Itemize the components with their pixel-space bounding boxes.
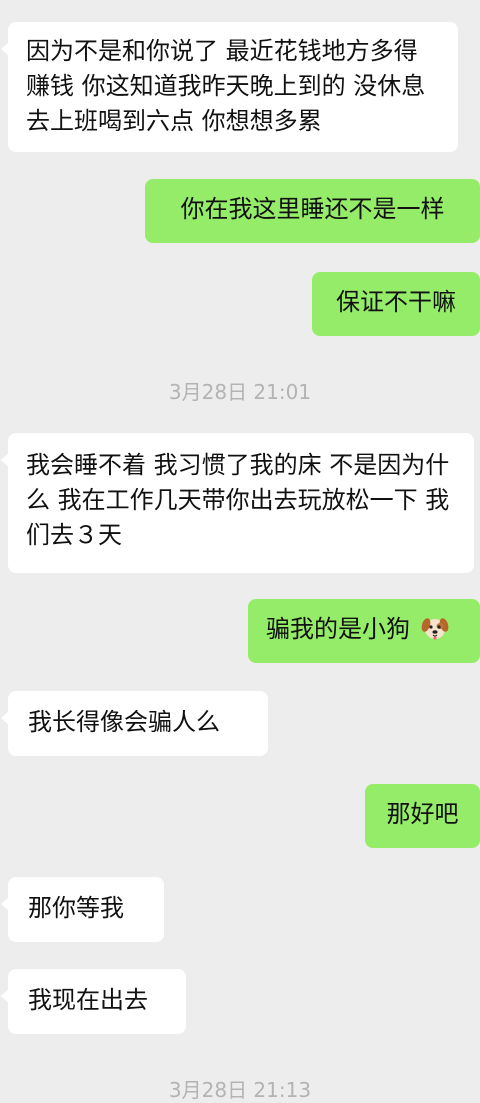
message-text: 保证不干嘛 [336, 288, 456, 316]
incoming-message-bubble[interactable]: 我长得像会骗人么 [1, 691, 268, 756]
incoming-message-bubble[interactable]: 因为不是和你说了 最近花钱地方多得赚钱 你这知道我昨天晚上到的 没休息去上班喝到… [1, 22, 458, 152]
timestamp: 3月28日 21:01 [168, 380, 312, 404]
incoming-message-bubble[interactable]: 我会睡不着 我习惯了我的床 不是因为什么 我在工作几天带你出去玩放松一下 我们去… [1, 433, 474, 573]
timestamp: 3月28日 21:13 [168, 1078, 312, 1102]
outgoing-message-bubble[interactable]: 你在我这里睡还不是一样 [145, 179, 480, 243]
message-text: 那你等我 [28, 894, 124, 922]
message-text: 我长得像会骗人么 [28, 708, 220, 736]
incoming-message-bubble[interactable]: 那你等我 [1, 877, 164, 942]
message-text: 骗我的是小狗 [266, 615, 410, 643]
message-text: 因为不是和你说了 最近花钱地方多得赚钱 你这知道我昨天晚上到的 没休息去上班喝到… [26, 37, 426, 135]
message-text: 你在我这里睡还不是一样 [180, 195, 445, 223]
outgoing-message-bubble[interactable]: 保证不干嘛 [312, 272, 480, 336]
dog-face-icon [420, 613, 450, 643]
chat-message-list[interactable]: 因为不是和你说了 最近花钱地方多得赚钱 你这知道我昨天晚上到的 没休息去上班喝到… [0, 0, 480, 1102]
message-text: 我会睡不着 我习惯了我的床 不是因为什么 我在工作几天带你出去玩放松一下 我们去… [26, 451, 450, 549]
outgoing-message-bubble[interactable]: 那好吧 [365, 784, 480, 848]
incoming-message-bubble[interactable]: 我现在出去 [1, 969, 186, 1034]
outgoing-message-bubble[interactable]: 骗我的是小狗 [248, 599, 480, 663]
message-text: 那好吧 [386, 800, 459, 828]
message-text: 我现在出去 [28, 986, 148, 1014]
